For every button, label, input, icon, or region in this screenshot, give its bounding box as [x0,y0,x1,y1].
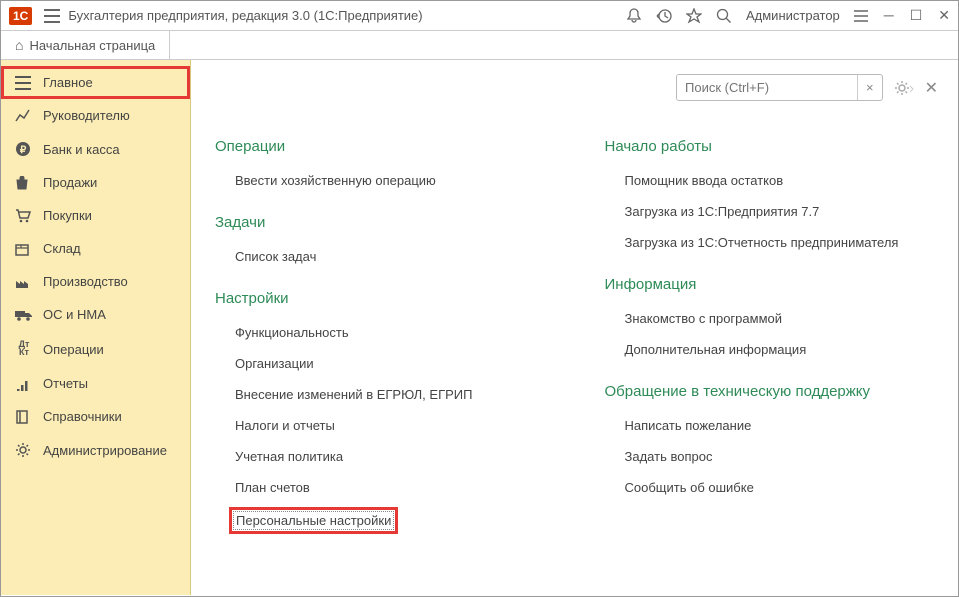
sidebar-item-label: Производство [43,274,128,289]
sidebar-item-1[interactable]: Руководителю [1,99,190,132]
link-item[interactable]: Задать вопрос [625,449,713,464]
gear-icon [15,442,33,458]
left-column: Операции Ввести хозяйственную операцию Зад… [215,138,545,538]
sidebar-item-label: Продажи [43,175,97,190]
group-header[interactable]: Обращение в техническую поддержку [605,383,935,400]
link-item[interactable]: Внесение изменений в ЕГРЮЛ, ЕГРИП [235,387,472,402]
content-close-button[interactable]: ✕ [925,78,938,98]
link-item[interactable]: Знакомство с программой [625,311,783,326]
window-title: Бухгалтерия предприятия, редакция 3.0 (1… [68,8,422,23]
settings-icon[interactable] [893,79,915,97]
right-column: Начало работы Помощник ввода остатков Загр… [605,138,935,538]
search-icon[interactable] [716,8,732,24]
home-tab[interactable]: ⌂ Начальная страница [1,31,170,59]
sidebar-item-10[interactable]: Справочники [1,400,190,433]
link-item[interactable]: Загрузка из 1С:Предприятия 7.7 [625,204,820,219]
group-header[interactable]: Операции [215,138,545,155]
ruble-icon: ₽ [15,141,33,157]
bag-icon [15,176,33,190]
link-item[interactable]: Дополнительная информация [625,342,807,357]
bell-icon[interactable] [626,8,642,24]
content-area: × ✕ Операции Ввести хозяйственную операци… [191,60,958,595]
svg-text:₽: ₽ [20,145,27,156]
truck-icon [15,309,33,321]
sidebar-item-4[interactable]: Покупки [1,199,190,232]
cart-icon [15,209,33,223]
logo-1c: 1C [9,7,32,25]
link-item[interactable]: Учетная политика [235,449,343,464]
content-toolbar: × ✕ [676,74,938,101]
sidebar-item-label: ОС и НМА [43,307,106,322]
report-icon [15,377,33,391]
search-clear-button[interactable]: × [857,75,882,100]
sidebar-item-label: Операции [43,342,104,357]
user-label[interactable]: Администратор [746,8,840,23]
group-header[interactable]: Задачи [215,214,545,231]
group-header[interactable]: Настройки [215,290,545,307]
titlebar-actions: Администратор [626,8,868,24]
box-icon [15,242,33,256]
dtkt-icon: ДтКт [15,340,33,358]
sidebar: Главное Руководителю ₽ Банк и касса Продажи П… [1,60,191,595]
link-item[interactable]: Ввести хозяйственную операцию [235,173,436,188]
sidebar-item-label: Отчеты [43,376,88,391]
sidebar-item-7[interactable]: ОС и НМА [1,298,190,331]
sidebar-item-label: Справочники [43,409,122,424]
link-item[interactable]: Организации [235,356,314,371]
sidebar-item-3[interactable]: Продажи [1,166,190,199]
home-tab-label: Начальная страница [29,38,155,53]
sidebar-item-6[interactable]: Производство [1,265,190,298]
star-icon[interactable] [686,8,702,24]
close-button[interactable]: ✕ [938,7,950,24]
topnav: ⌂ Начальная страница [1,31,958,60]
link-item[interactable]: Помощник ввода остатков [625,173,784,188]
titlebar: 1C Бухгалтерия предприятия, редакция 3.0… [1,1,958,31]
group-header[interactable]: Начало работы [605,138,935,155]
sidebar-item-label: Склад [43,241,81,256]
link-item[interactable]: Сообщить об ошибке [625,480,754,495]
sidebar-item-0[interactable]: Главное [1,66,190,99]
search-input[interactable] [677,75,857,100]
link-item[interactable]: Налоги и отчеты [235,418,335,433]
link-item[interactable]: Список задач [235,249,316,264]
sidebar-item-label: Руководителю [43,108,130,123]
sidebar-item-label: Администрирование [43,443,167,458]
user-menu-icon[interactable] [854,9,868,23]
sidebar-item-label: Покупки [43,208,92,223]
link-item[interactable]: Загрузка из 1С:Отчетность предпринимател… [625,235,899,250]
sidebar-item-8[interactable]: ДтКт Операции [1,331,190,367]
sidebar-item-9[interactable]: Отчеты [1,367,190,400]
book-icon [15,410,33,424]
search-field-wrap: × [676,74,883,101]
main-menu-icon[interactable] [44,9,60,23]
history-icon[interactable] [656,8,672,24]
menu-icon [15,76,33,90]
link-item[interactable]: Функциональность [235,325,349,340]
chart-icon [15,109,33,123]
factory-icon [15,275,33,289]
sidebar-item-11[interactable]: Администрирование [1,433,190,467]
home-icon: ⌂ [15,37,23,53]
link-item[interactable]: План счетов [235,480,310,495]
content-columns: Операции Ввести хозяйственную операцию Зад… [215,138,934,538]
link-item[interactable]: Персональные настройки [233,511,394,530]
minimize-button[interactable]: ─ [884,7,894,24]
window-controls: ─ ☐ ✕ [884,7,950,24]
maximize-button[interactable]: ☐ [910,7,923,24]
sidebar-item-label: Главное [43,75,93,90]
sidebar-item-5[interactable]: Склад [1,232,190,265]
link-item[interactable]: Написать пожелание [625,418,752,433]
sidebar-item-2[interactable]: ₽ Банк и касса [1,132,190,166]
group-header[interactable]: Информация [605,276,935,293]
sidebar-item-label: Банк и касса [43,142,120,157]
